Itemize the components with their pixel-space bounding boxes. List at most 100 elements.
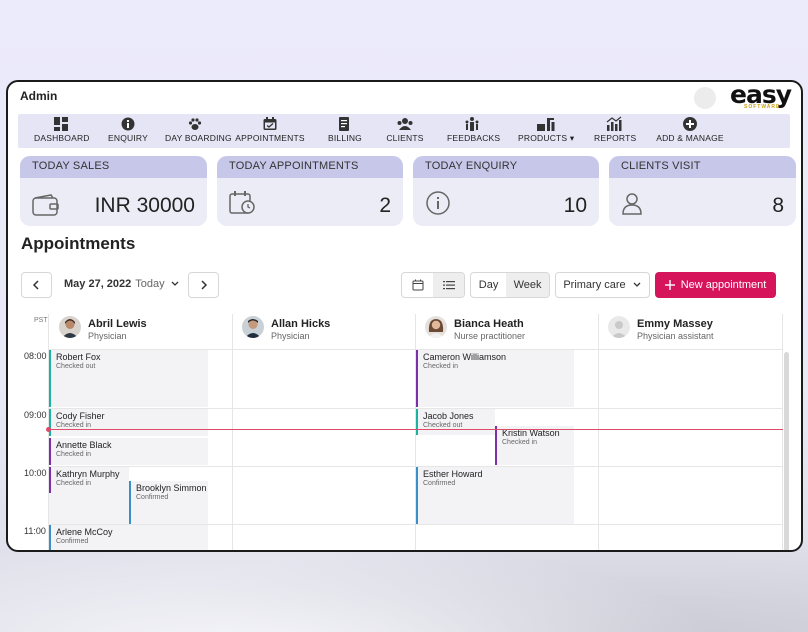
client-name: Annette Black — [56, 440, 112, 450]
staff-column-abril: Abril Lewis Physician — [59, 314, 229, 350]
nav-label: FEEDBACKS — [447, 133, 501, 143]
primary-care-select[interactable]: Primary care — [555, 272, 650, 298]
add-icon — [683, 117, 697, 131]
user-icon — [622, 193, 642, 215]
appointment-card[interactable]: Arlene McCoy Confirmed — [49, 525, 208, 550]
appointment-card[interactable]: Brooklyn Simmon Confirmed — [129, 481, 208, 524]
nav-day-boarding[interactable]: DAY BOARDING — [165, 116, 232, 146]
nav-appointments[interactable]: APPOINTMENTS — [235, 116, 305, 146]
appointment-card[interactable]: Jacob Jones Checked out — [416, 409, 495, 435]
client-name: Robert Fox — [56, 352, 101, 362]
week-view-button[interactable]: Week — [506, 273, 549, 297]
nav-add-manage[interactable]: ADD & MANAGE — [654, 116, 726, 146]
client-name: Esther Howard — [423, 469, 483, 479]
filter-label: Primary care — [563, 279, 626, 291]
appointment-status: Checked in — [56, 451, 92, 458]
nav-clients[interactable]: CLIENTS — [386, 116, 424, 146]
appointment-status: Checked in — [56, 422, 92, 429]
prev-day-button[interactable] — [21, 272, 52, 298]
nav-dashboard[interactable]: DASHBOARD — [34, 116, 90, 146]
client-name: Cameron Williamson — [423, 352, 507, 362]
time-label: 08:00 — [24, 351, 47, 361]
stat-today-appointments: TODAY APPOINTMENTS 2 — [217, 156, 403, 226]
chevron-left-icon — [32, 280, 39, 290]
stat-today-sales: TODAY SALES INR 30000 — [20, 156, 207, 226]
staff-column-allan: Allan Hicks Physician — [242, 314, 412, 350]
info-icon — [426, 191, 450, 215]
nav-label: APPOINTMENTS — [235, 133, 305, 143]
timezone-label: PST — [34, 317, 48, 324]
stat-title: TODAY APPOINTMENTS — [217, 156, 403, 178]
staff-column-bianca: Bianca Heath Nurse practitioner — [425, 314, 595, 350]
current-time-line — [48, 429, 783, 430]
next-day-button[interactable] — [188, 272, 219, 298]
staff-name: Bianca Heath — [454, 318, 524, 330]
info-icon — [121, 117, 135, 131]
nav-label: BILLING — [328, 133, 362, 143]
appointment-status: Checked out — [56, 363, 96, 370]
list-icon — [442, 281, 455, 290]
new-appointment-label: New appointment — [680, 279, 767, 291]
staff-name: Allan Hicks — [271, 318, 331, 330]
nav-products[interactable]: PRODUCTS ▾ — [518, 116, 574, 146]
stat-value: 8 — [772, 194, 784, 217]
wallet-icon — [32, 194, 59, 216]
current-time-dot — [46, 427, 51, 432]
appointments-title: Appointments — [21, 234, 136, 253]
client-name: Kathryn Murphy — [56, 469, 120, 479]
stat-value: 10 — [563, 194, 587, 217]
nav-label: ENQUIRY — [108, 133, 148, 143]
nav-label: DAY BOARDING — [165, 133, 232, 143]
client-name: Jacob Jones — [423, 411, 474, 421]
time-label: 09:00 — [24, 410, 47, 420]
calendar-view-button[interactable] — [402, 273, 433, 297]
calendar-scrollbar[interactable] — [784, 352, 789, 550]
view-toggle — [401, 272, 465, 298]
paw-icon — [188, 118, 202, 130]
date-picker[interactable]: May 27, 2022 Today — [64, 278, 181, 290]
appointment-card[interactable]: Robert Fox Checked out — [49, 350, 208, 407]
day-week-toggle: Day Week — [470, 272, 550, 298]
stat-clients-visit: CLIENTS VISIT 8 — [609, 156, 796, 226]
appointment-card[interactable]: Cameron Williamson Checked in — [416, 350, 574, 407]
appointment-status: Confirmed — [136, 494, 169, 501]
nav-feedbacks[interactable]: FEEDBACKS — [447, 116, 501, 146]
calendar-clock-icon — [229, 191, 255, 214]
stat-value: 2 — [379, 194, 391, 217]
nav-label: CLIENTS — [386, 133, 424, 143]
nav-label: DASHBOARD — [34, 133, 90, 143]
week-label: Week — [513, 279, 542, 291]
appointment-card[interactable]: Esther Howard Confirmed — [416, 467, 574, 524]
list-view-button[interactable] — [433, 273, 464, 297]
staff-avatar — [608, 316, 630, 338]
plus-icon — [664, 280, 675, 290]
staff-avatar — [425, 316, 447, 338]
appointment-status: Confirmed — [56, 538, 89, 545]
appointment-card[interactable]: Cody Fisher Checked in — [49, 409, 208, 436]
appointment-card[interactable]: Annette Black Checked in — [49, 438, 208, 465]
nav-enquiry[interactable]: ENQUIRY — [106, 116, 150, 146]
app-window: Admin easy SOFTWARE DASHBOARD ENQUIRY DA… — [6, 80, 803, 552]
today-label: Today — [135, 278, 165, 290]
logo-subtitle: SOFTWARE — [744, 104, 781, 110]
nav-label: REPORTS — [594, 133, 637, 143]
staff-name: Emmy Massey — [637, 318, 713, 330]
easy-software-logo: easy SOFTWARE — [730, 82, 796, 112]
nav-reports[interactable]: REPORTS — [594, 116, 637, 146]
day-view-button[interactable]: Day — [471, 273, 506, 297]
dashboard-icon — [54, 117, 68, 131]
chevron-right-icon — [201, 280, 208, 290]
profile-avatar[interactable] — [694, 87, 716, 109]
stat-value: INR 30000 — [94, 194, 195, 217]
calendar-icon — [412, 279, 423, 291]
time-label: 11:00 — [24, 526, 46, 536]
appointment-card[interactable]: Kristin Watson Checked in — [495, 426, 574, 465]
stat-title: CLIENTS VISIT — [609, 156, 796, 178]
staff-role: Physician assistant — [637, 331, 714, 341]
time-label: 10:00 — [24, 468, 47, 478]
new-appointment-button[interactable]: New appointment — [655, 272, 776, 298]
nav-billing[interactable]: BILLING — [328, 116, 362, 146]
staff-role: Physician — [271, 331, 310, 341]
chevron-down-icon — [171, 281, 179, 286]
appointment-card[interactable]: Kathryn Murphy Checked in — [49, 467, 129, 493]
